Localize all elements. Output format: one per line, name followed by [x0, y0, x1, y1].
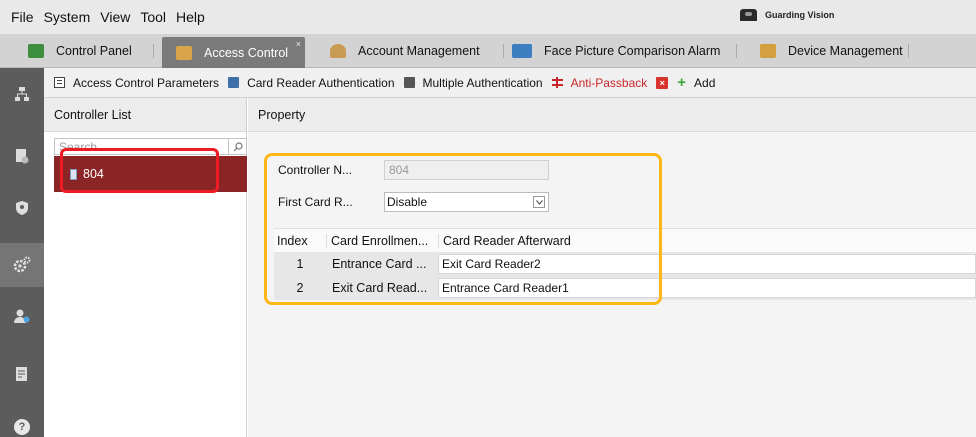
- tab-face-comparison-alarm[interactable]: Face Picture Comparison Alarm: [512, 39, 732, 63]
- camera-logo-icon: [740, 9, 757, 21]
- help-icon[interactable]: ?: [12, 417, 32, 437]
- access-control-icon: [176, 45, 192, 60]
- anti-passback-icon: [551, 77, 563, 88]
- close-icon[interactable]: ×: [296, 39, 301, 49]
- help-glyph: ?: [14, 419, 30, 435]
- add-icon: +: [677, 74, 687, 91]
- tab-access-control-parameters[interactable]: Access Control Parameters: [54, 76, 219, 90]
- menu-tool[interactable]: Tool: [135, 9, 171, 25]
- menu-view[interactable]: View: [95, 9, 135, 25]
- tab-label: Anti-Passback: [570, 75, 648, 90]
- close-icon[interactable]: ×: [656, 76, 669, 89]
- face-alarm-icon: [512, 44, 532, 58]
- tab-control-panel[interactable]: Control Panel: [28, 39, 148, 63]
- tab-divider: [153, 44, 154, 58]
- menu-system[interactable]: System: [39, 9, 96, 25]
- highlight-box-controller: [60, 148, 219, 193]
- tab-multiple-authentication[interactable]: Multiple Authentication: [403, 75, 543, 90]
- menu-help[interactable]: Help: [171, 9, 210, 25]
- tab-divider: [503, 44, 504, 58]
- menu-file[interactable]: File: [6, 9, 39, 25]
- shield-icon[interactable]: [12, 198, 32, 218]
- device-icon: [760, 44, 776, 58]
- card-icon[interactable]: [12, 146, 32, 166]
- gear-icon[interactable]: [0, 243, 44, 287]
- app-brand: Guarding Vision: [740, 9, 834, 21]
- tab-anti-passback[interactable]: Anti-Passback ×: [551, 75, 669, 90]
- tab-label: Add: [694, 75, 716, 90]
- device-tree-icon[interactable]: [12, 84, 32, 104]
- tab-label: Access Control: [204, 45, 289, 60]
- account-icon: [330, 44, 346, 58]
- tab-add[interactable]: + Add: [677, 74, 715, 91]
- parameters-icon: [54, 77, 65, 88]
- property-title: Property: [248, 98, 976, 132]
- tab-label: Face Picture Comparison Alarm: [544, 44, 721, 58]
- tab-label: Account Management: [358, 44, 480, 58]
- tab-label: Control Panel: [56, 44, 132, 58]
- control-panel-icon: [28, 44, 44, 58]
- tab-label: Card Reader Authentication: [247, 75, 395, 90]
- brand-name: Guarding Vision: [765, 10, 835, 20]
- sub-tab-bar: Access Control Parameters Card Reader Au…: [44, 68, 976, 98]
- tab-divider: [908, 44, 909, 58]
- tab-label: Multiple Authentication: [422, 75, 543, 90]
- tab-label: Access Control Parameters: [73, 75, 220, 90]
- person-icon[interactable]: [12, 306, 32, 326]
- highlight-box-property: [264, 153, 662, 305]
- tab-access-control[interactable]: Access Control ×: [162, 37, 305, 68]
- report-icon[interactable]: [12, 364, 32, 384]
- menu-bar: File System View Tool Help Guarding Visi…: [0, 0, 976, 34]
- tab-device-management[interactable]: Device Management: [760, 39, 920, 63]
- search-icon[interactable]: [228, 139, 246, 154]
- card-reader-icon: [228, 77, 240, 88]
- tab-label: Device Management: [788, 44, 903, 58]
- controller-list-title: Controller List: [44, 98, 246, 132]
- module-sidebar: ?: [0, 68, 44, 437]
- tab-account-management[interactable]: Account Management: [320, 39, 500, 63]
- tab-card-reader-authentication[interactable]: Card Reader Authentication: [228, 75, 395, 90]
- module-tab-bar: Control Panel Access Control × Account M…: [0, 34, 976, 68]
- tab-divider: [736, 44, 737, 58]
- multi-auth-icon: [403, 77, 415, 88]
